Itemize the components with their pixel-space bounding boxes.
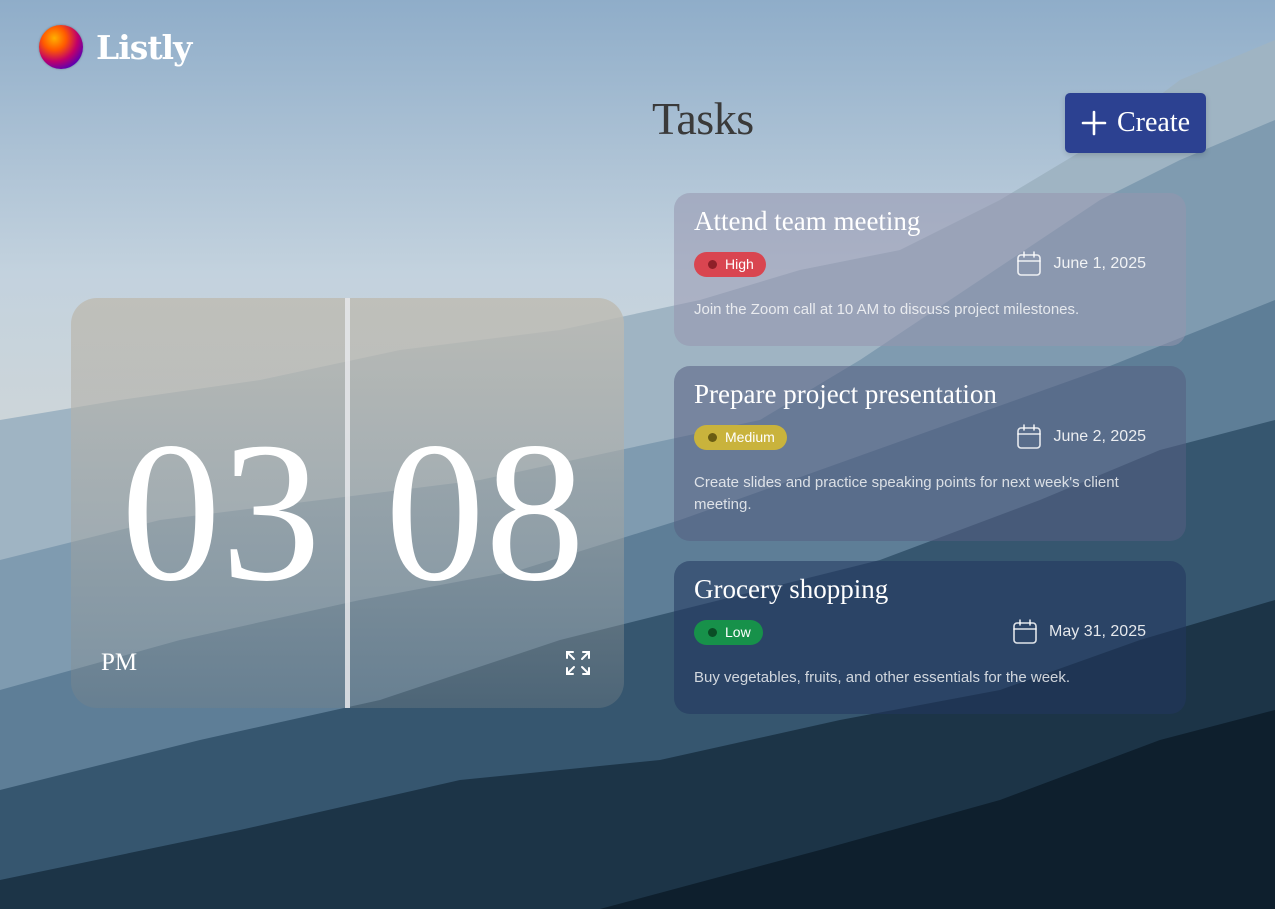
task-description: Buy vegetables, fruits, and other essent… (694, 669, 1071, 686)
create-button[interactable]: Create (1065, 93, 1206, 153)
gradient-orb-icon (39, 25, 83, 69)
task-date: June 1, 2025 (1016, 251, 1146, 277)
task-description: Join the Zoom call at 10 AM to discuss p… (694, 301, 1080, 318)
task-date: May 31, 2025 (1012, 619, 1146, 645)
task-card[interactable]: Prepare project presentation Medium June… (674, 366, 1186, 541)
task-title: Attend team meeting (694, 206, 921, 236)
task-date-text: June 1, 2025 (1053, 255, 1146, 272)
app-logo[interactable]: Listly (39, 25, 192, 69)
priority-dot (708, 627, 717, 637)
calendar-icon (1016, 424, 1042, 450)
priority-dot (708, 432, 717, 442)
priority-badge: Medium (694, 424, 787, 450)
priority-dot (708, 259, 717, 269)
priority-badge: Low (694, 619, 763, 645)
task-date-text: May 31, 2025 (1049, 623, 1146, 640)
flip-clock: 03 08 PM (71, 298, 624, 708)
priority-label: Low (725, 624, 751, 640)
clock-hours: 03 (121, 402, 321, 623)
clock-period: PM (101, 649, 138, 676)
page-title: Tasks (652, 93, 754, 144)
task-card[interactable]: Grocery shopping Low May 31, 2025 Buy ve… (674, 561, 1186, 714)
task-date: June 2, 2025 (1016, 424, 1146, 450)
task-date-text: June 2, 2025 (1053, 428, 1146, 445)
priority-badge: High (694, 251, 766, 277)
app-name: Listly (96, 27, 192, 67)
calendar-icon (1016, 251, 1042, 277)
clock-minutes: 08 (385, 402, 585, 623)
expand-icon[interactable] (565, 650, 591, 681)
calendar-icon (1012, 619, 1038, 645)
create-button-label: Create (1116, 107, 1191, 138)
priority-label: High (725, 256, 754, 272)
priority-label: Medium (725, 429, 775, 445)
clock-divider (345, 298, 350, 708)
task-card[interactable]: Attend team meeting High June 1, 2025 Jo… (674, 193, 1186, 346)
task-title: Grocery shopping (694, 574, 889, 604)
task-description: Create slides and practice speaking poin… (694, 474, 1119, 513)
task-title: Prepare project presentation (694, 379, 997, 409)
plus-icon (1081, 110, 1107, 136)
